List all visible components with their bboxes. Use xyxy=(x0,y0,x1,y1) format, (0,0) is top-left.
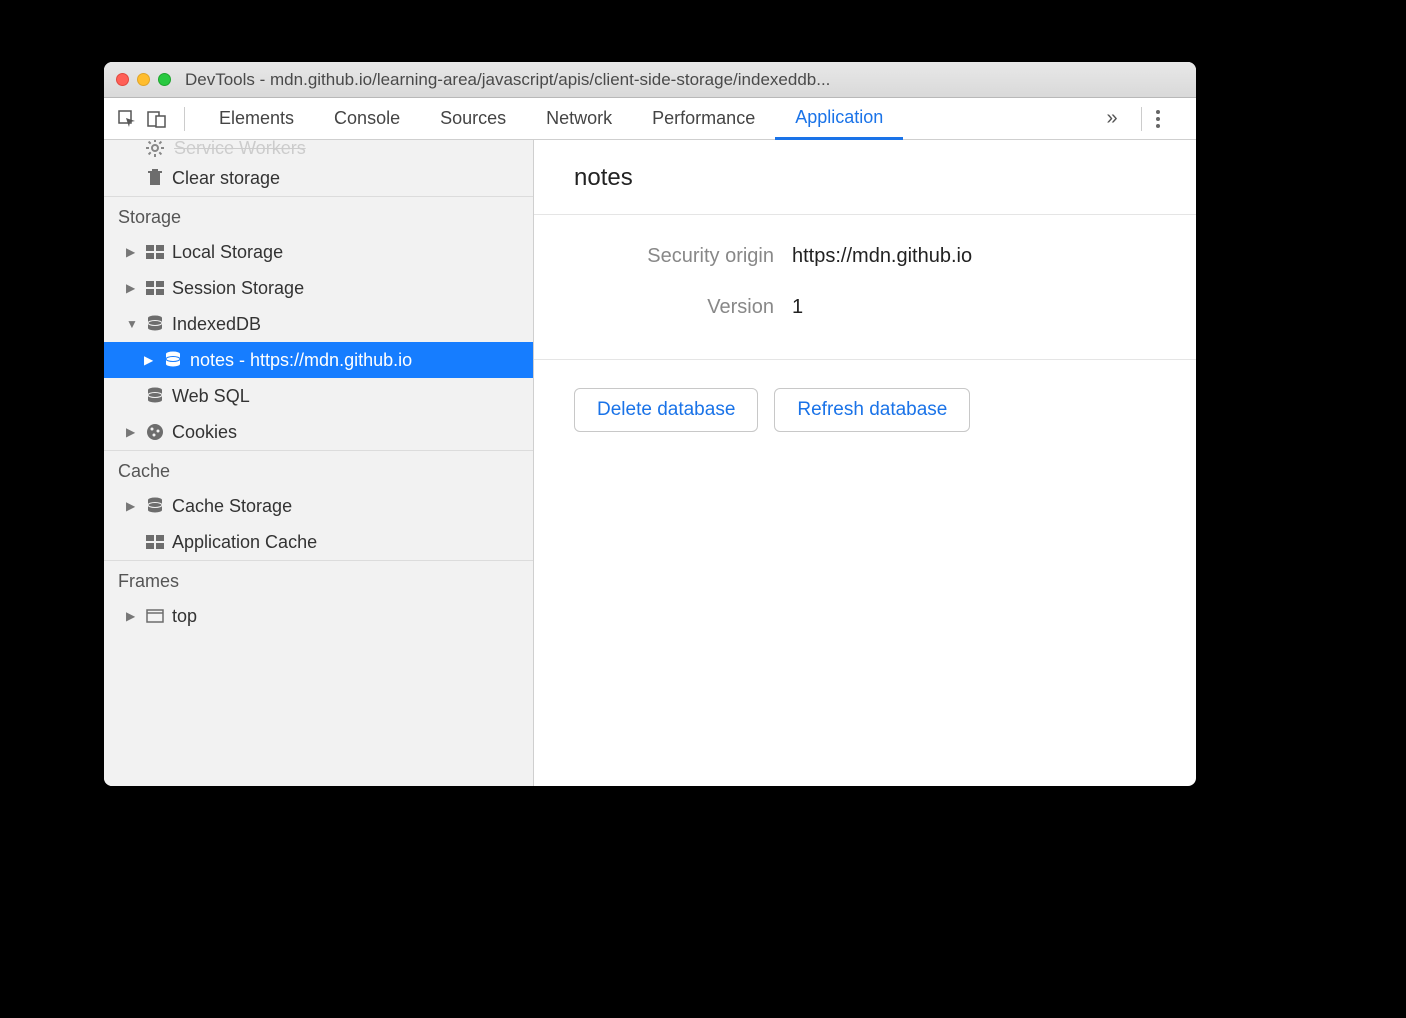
sidebar-item-label: Application Cache xyxy=(172,532,317,553)
device-toolbar-icon[interactable] xyxy=(144,106,170,132)
sidebar-item-session-storage[interactable]: ▶ Session Storage xyxy=(104,270,533,306)
storage-grid-icon xyxy=(144,241,166,263)
database-icon xyxy=(144,313,166,335)
toolbar-divider xyxy=(184,107,185,131)
security-origin-label: Security origin xyxy=(574,245,774,268)
minimize-window-button[interactable] xyxy=(137,73,150,86)
application-sidebar: Service Workers Clear storage Storage ▶ … xyxy=(104,140,534,786)
refresh-database-button[interactable]: Refresh database xyxy=(774,388,970,432)
gear-icon xyxy=(144,140,166,159)
tab-elements[interactable]: Elements xyxy=(199,98,314,140)
fullscreen-window-button[interactable] xyxy=(158,73,171,86)
sidebar-section-cache: Cache xyxy=(104,450,533,488)
sidebar-item-frame-top[interactable]: ▶ top xyxy=(104,598,533,634)
sidebar-section-storage: Storage xyxy=(104,196,533,234)
traffic-lights xyxy=(116,73,171,86)
sidebar-item-label: Service Workers xyxy=(174,140,306,159)
database-actions: Delete database Refresh database xyxy=(534,360,1196,460)
tab-sources[interactable]: Sources xyxy=(420,98,526,140)
version-label: Version xyxy=(574,296,774,319)
tab-performance[interactable]: Performance xyxy=(632,98,775,140)
chevron-right-icon: ▶ xyxy=(144,353,156,367)
close-window-button[interactable] xyxy=(116,73,129,86)
sidebar-item-label: Clear storage xyxy=(172,168,280,189)
version-value: 1 xyxy=(792,296,803,319)
sidebar-item-label: Session Storage xyxy=(172,278,304,299)
sidebar-item-label: Cookies xyxy=(172,422,237,443)
window-title: DevTools - mdn.github.io/learning-area/j… xyxy=(185,70,1184,90)
devtools-window: DevTools - mdn.github.io/learning-area/j… xyxy=(104,62,1196,786)
cookie-icon xyxy=(144,421,166,443)
storage-grid-icon xyxy=(144,531,166,553)
database-icon xyxy=(144,385,166,407)
chevron-right-icon: ▶ xyxy=(126,609,138,623)
chevron-right-icon: ▶ xyxy=(126,425,138,439)
version-row: Version 1 xyxy=(574,296,1156,319)
sidebar-item-indexeddb[interactable]: ▼ IndexedDB xyxy=(104,306,533,342)
panel-tabs: Elements Console Sources Network Perform… xyxy=(199,98,1093,140)
security-origin-row: Security origin https://mdn.github.io xyxy=(574,245,1156,268)
chevron-right-icon: ▶ xyxy=(126,499,138,513)
chevron-right-icon: ▶ xyxy=(126,281,138,295)
sidebar-item-clear-storage[interactable]: Clear storage xyxy=(104,160,533,196)
sidebar-item-service-workers[interactable]: Service Workers xyxy=(104,140,533,160)
sidebar-item-local-storage[interactable]: ▶ Local Storage xyxy=(104,234,533,270)
frame-icon xyxy=(144,605,166,627)
tab-application[interactable]: Application xyxy=(775,98,903,140)
tabs-overflow-icon[interactable]: » xyxy=(1097,107,1127,130)
sidebar-item-web-sql[interactable]: Web SQL xyxy=(104,378,533,414)
sidebar-item-label: top xyxy=(172,606,197,627)
sidebar-item-label: Cache Storage xyxy=(172,496,292,517)
inspect-element-icon[interactable] xyxy=(114,106,140,132)
sidebar-item-label: notes - https://mdn.github.io xyxy=(190,350,412,371)
database-title: notes xyxy=(534,140,1196,215)
sidebar-item-label: Web SQL xyxy=(172,386,250,407)
panel-body: Service Workers Clear storage Storage ▶ … xyxy=(104,140,1196,786)
storage-grid-icon xyxy=(144,277,166,299)
sidebar-item-cookies[interactable]: ▶ Cookies xyxy=(104,414,533,450)
trash-icon xyxy=(144,167,166,189)
settings-menu-icon[interactable] xyxy=(1156,110,1186,128)
sidebar-item-cache-storage[interactable]: ▶ Cache Storage xyxy=(104,488,533,524)
sidebar-item-application-cache[interactable]: Application Cache xyxy=(104,524,533,560)
database-icon xyxy=(162,349,184,371)
sidebar-section-frames: Frames xyxy=(104,560,533,598)
sidebar-item-label: IndexedDB xyxy=(172,314,261,335)
database-icon xyxy=(144,495,166,517)
tab-network[interactable]: Network xyxy=(526,98,632,140)
delete-database-button[interactable]: Delete database xyxy=(574,388,758,432)
titlebar: DevTools - mdn.github.io/learning-area/j… xyxy=(104,62,1196,98)
sidebar-item-label: Local Storage xyxy=(172,242,283,263)
toolbar-divider xyxy=(1141,107,1142,131)
security-origin-value: https://mdn.github.io xyxy=(792,245,972,268)
database-details: Security origin https://mdn.github.io Ve… xyxy=(534,215,1196,360)
devtools-toolbar: Elements Console Sources Network Perform… xyxy=(104,98,1196,140)
chevron-right-icon: ▶ xyxy=(126,245,138,259)
sidebar-item-indexeddb-notes[interactable]: ▶ notes - https://mdn.github.io xyxy=(104,342,533,378)
tab-console[interactable]: Console xyxy=(314,98,420,140)
chevron-down-icon: ▼ xyxy=(126,317,138,331)
main-content: notes Security origin https://mdn.github… xyxy=(534,140,1196,786)
